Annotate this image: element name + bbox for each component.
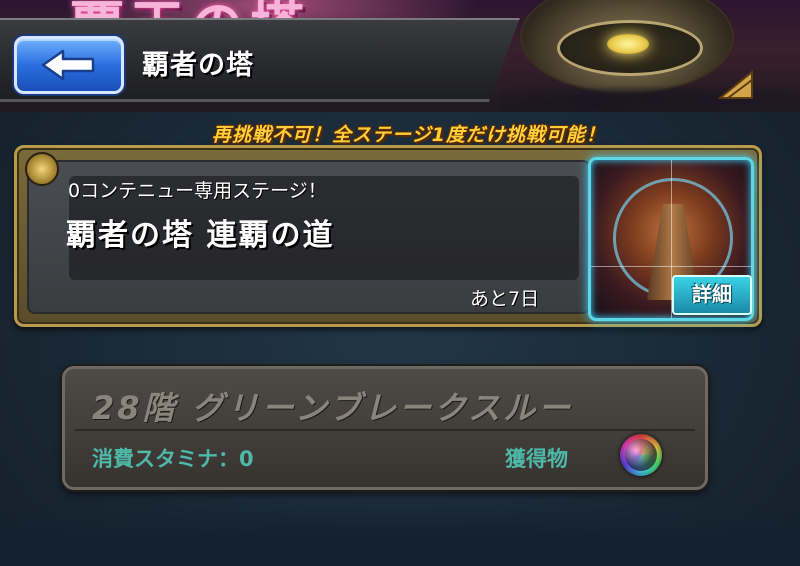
clouds-art [500, 80, 800, 112]
remaining-days: あと7日 [470, 288, 540, 310]
detail-button[interactable]: 詳細 [672, 275, 752, 315]
dome-light [607, 34, 649, 54]
bottom-fade [0, 500, 800, 566]
notice-text: 再挑戦不可！全ステージ1度だけ挑戦可能！ [212, 124, 606, 146]
rivet-icon [25, 152, 59, 186]
thumbnail-crosshair-h [591, 266, 751, 267]
rainbow-orb-icon [620, 434, 662, 476]
back-button[interactable] [14, 36, 124, 94]
stamina-cost: 消費スタミナ：0 [92, 447, 254, 471]
stage-name: 28階 グリーンブレークスルー [92, 389, 574, 427]
reward-label: 獲得物 [505, 447, 568, 471]
back-arrow-icon [41, 49, 95, 81]
corner-ornament-icon [718, 70, 753, 99]
event-title: 覇者の塔 連覇の道 [66, 218, 335, 253]
page-title: 覇者の塔 [142, 50, 254, 81]
event-subtitle: 0コンテニュー専用ステージ！ [68, 180, 327, 202]
stage-divider [75, 429, 695, 431]
